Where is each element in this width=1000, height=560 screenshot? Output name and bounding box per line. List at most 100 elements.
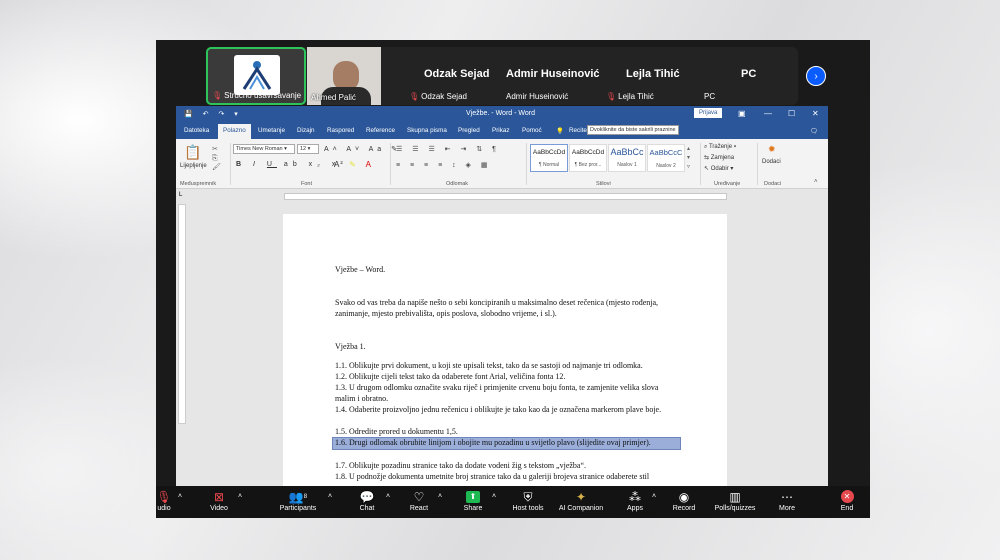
chat-label: Chat	[359, 505, 375, 512]
document-page[interactable]: Vježbe – Word. Svako od vas treba da nap…	[283, 214, 727, 494]
align-icons[interactable]: ≡ ≡ ≡ ≡ ↕ ◈ ▦	[396, 161, 492, 169]
host-tools-button[interactable]: ⛨ Host tools	[508, 489, 548, 512]
tab-selector-icon[interactable]: L	[179, 192, 182, 198]
participant-name-large[interactable]: PC	[741, 68, 756, 80]
signin-button[interactable]: Prijava	[694, 108, 723, 118]
font-style-icons[interactable]: B I U ab x₂ x²	[236, 161, 348, 168]
tab-reference[interactable]: Reference	[366, 127, 395, 134]
more-button[interactable]: ⋯ More	[774, 489, 800, 512]
addins-icon[interactable]: ✹	[768, 144, 776, 155]
style-name: Naslov 1	[617, 162, 637, 168]
audio-options-caret[interactable]: ˄	[176, 489, 184, 505]
chevron-up-icon: ˄	[237, 493, 243, 500]
select-button[interactable]: ↖ Odabir ▾	[704, 164, 736, 175]
style-normal[interactable]: AaBbCcDd ¶ Normal	[530, 144, 568, 172]
style-name: ¶ Bez pror...	[574, 162, 602, 168]
host-tools-label: Host tools	[512, 505, 544, 512]
zoom-toolbar: 🎙 udio ˄ ⊠ Video ˄ 👥8 Participants ˄ 💬 Chat …	[156, 486, 870, 518]
collapse-ribbon-icon[interactable]: ˄	[814, 179, 818, 185]
chat-options-caret[interactable]: ˄	[384, 489, 392, 505]
group-label-styles: Stilovi	[596, 181, 611, 187]
ruler-bar[interactable]	[284, 193, 727, 200]
list-item: 1.2. Oblikujte cijeli tekst tako da odab…	[335, 372, 566, 381]
apps-options-caret[interactable]: ˄	[650, 489, 658, 505]
list-icons[interactable]: ☰ ☰ ☰ ⇤ ⇥ ⇅ ¶	[396, 145, 500, 153]
ribbon-tabs: Datoteka Polazno Umetanje Dizajn Raspore…	[176, 123, 828, 139]
style-sample: AaBbCcDd	[571, 149, 605, 156]
comments-icon[interactable]: 🗨	[810, 127, 818, 135]
record-button[interactable]: ◉ Record	[670, 489, 698, 512]
font-size-box[interactable]: 12 ▾	[297, 144, 319, 154]
apps-button[interactable]: ⁂ Apps	[622, 489, 648, 512]
participants-button[interactable]: 👥8 Participants	[276, 489, 320, 512]
editing-group: ⌕ Traženje ▾ ⇆ Zamjena ↖ Odabir ▾	[704, 142, 736, 175]
list-item: 1.8. U podnožje dokumenta umetnite broj …	[335, 472, 650, 481]
tab-raspored[interactable]: Raspored	[327, 127, 354, 134]
participants-options-caret[interactable]: ˄	[326, 489, 334, 505]
style-naslov-1[interactable]: AaBbCc Naslov 1	[608, 144, 646, 172]
participant-name-large[interactable]: Admir Huseinović	[506, 68, 600, 80]
chevron-right-icon[interactable]: ›	[806, 66, 826, 86]
share-button[interactable]: ⬆ Share	[460, 489, 486, 512]
find-button[interactable]: ⌕ Traženje ▾	[704, 142, 736, 153]
style-bez-proreda[interactable]: AaBbCcDd ¶ Bez pror...	[569, 144, 607, 172]
tab-polazno[interactable]: Polazno	[218, 124, 251, 139]
participant-name-large[interactable]: Odzak Sejad	[424, 68, 489, 80]
participants-count: 8	[303, 494, 308, 500]
tab-prikaz[interactable]: Prikaz	[492, 127, 510, 134]
react-options-caret[interactable]: ˄	[436, 489, 444, 505]
polls-button[interactable]: ▥ Polls/quizzes	[712, 489, 758, 512]
replace-button[interactable]: ⇆ Zamjena	[704, 153, 736, 164]
style-naslov-2[interactable]: AaBbCcC Naslov 2	[647, 144, 685, 172]
chat-icon: 💬	[359, 490, 375, 504]
share-label: Share	[463, 505, 483, 512]
end-button[interactable]: ✕ End	[836, 489, 858, 512]
vertical-ruler[interactable]	[178, 204, 186, 424]
tab-skupna-pisma[interactable]: Skupna pisma	[407, 127, 447, 134]
quick-access-icons[interactable]: 💾 ↶ ↷ ▾	[184, 110, 242, 118]
ribbon-display-icon[interactable]: ▣	[738, 109, 746, 118]
paste-icon[interactable]: 📋	[184, 144, 201, 161]
word-titlebar: 💾 ↶ ↷ ▾ Vježbe. - Word - Word Prijava ▣ …	[176, 106, 828, 123]
paste-button[interactable]: Lijepljenje	[180, 163, 207, 169]
list-item: 1.7. Oblikujte pozadinu stranice tako da…	[335, 461, 587, 470]
share-options-caret[interactable]: ˄	[490, 489, 498, 505]
video-options-caret[interactable]: ˄	[236, 489, 244, 505]
chevron-up-icon: ˄	[327, 493, 333, 500]
document-title: Vježbe. - Word - Word	[466, 110, 535, 117]
polls-label: Polls/quizzes	[714, 505, 756, 512]
react-label: React	[409, 505, 429, 512]
tab-umetanje[interactable]: Umetanje	[258, 127, 285, 134]
participant-tile-ahmed[interactable]: Ahmed Palić	[307, 47, 381, 105]
tab-dizajn[interactable]: Dizajn	[297, 127, 315, 134]
participant-tile-strucno[interactable]: 🎙 Stručno usavršavanje	[206, 47, 306, 105]
addins-button[interactable]: Dodaci	[762, 159, 781, 165]
video-button[interactable]: ⊠ Video	[204, 489, 234, 512]
chat-button[interactable]: 💬 Chat	[354, 489, 380, 512]
maximize-icon[interactable]: ☐	[788, 109, 795, 118]
search-icon: ⌕	[704, 144, 708, 150]
font-name-box[interactable]: Times New Roman ▾	[233, 144, 295, 154]
participant-name-large[interactable]: Lejla Tihić	[626, 68, 680, 80]
react-button[interactable]: ♡ React	[406, 489, 432, 512]
participant-name: Stručno usavršavanje	[224, 91, 302, 100]
styles-scroll-icons[interactable]: ▴ ▾ ▿	[687, 145, 690, 172]
tab-pomoc[interactable]: Pomoć	[522, 127, 542, 134]
list-item: 1.4. Odaberite proizvoljno jednu rečenic…	[335, 405, 662, 414]
chevron-up-icon: ˄	[651, 493, 657, 500]
chevron-up-icon: ˄	[177, 493, 183, 500]
ai-companion-button[interactable]: ✦ AI Companion	[556, 489, 606, 512]
ai-companion-label: AI Companion	[558, 505, 604, 512]
mic-muted-icon: 🎙	[212, 91, 223, 100]
group-label-paragraph: Odlomak	[446, 181, 469, 187]
lightbulb-icon: 💡	[556, 128, 564, 135]
participant-name-small: PC	[704, 92, 716, 101]
more-label: More	[779, 505, 795, 512]
audio-button[interactable]: 🎙 udio	[156, 489, 172, 512]
tab-pregled[interactable]: Pregled	[458, 127, 480, 134]
text-color-icons[interactable]: A ✎ A	[334, 160, 375, 169]
minimize-icon[interactable]: —	[764, 109, 772, 118]
close-icon[interactable]: ✕	[812, 109, 819, 118]
tab-datoteka[interactable]: Datoteka	[184, 127, 209, 134]
clipboard-small-icons[interactable]: ✂ ⎘ 🖌	[212, 145, 221, 172]
